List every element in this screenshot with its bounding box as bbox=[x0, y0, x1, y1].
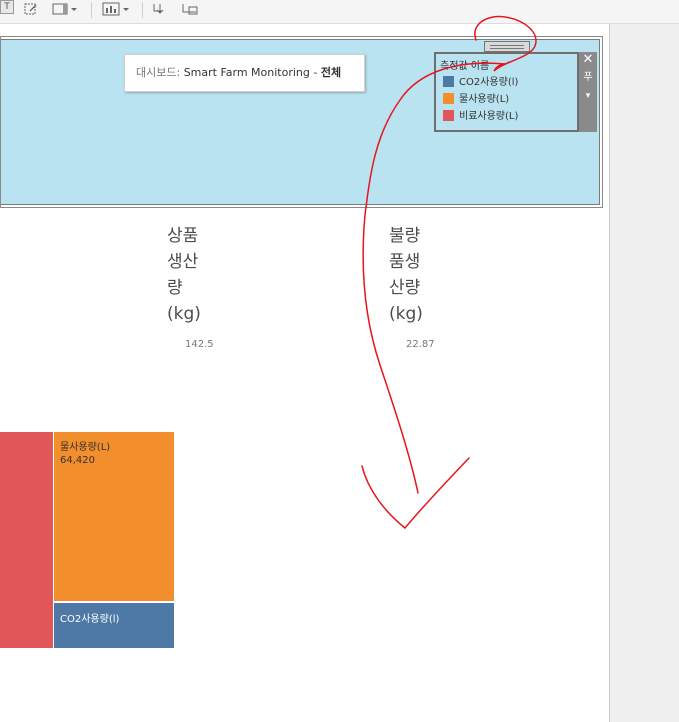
kpi-product-yield-value: 142.5 bbox=[185, 339, 214, 350]
kpi-defect-yield-label: 불량 품생 산량 (kg) bbox=[389, 223, 423, 327]
present-tool-icon[interactable] bbox=[180, 2, 200, 18]
dashboard-title: 대시보드: Smart Farm Monitoring - 전체 bbox=[124, 54, 365, 92]
legend-title: 측정값 이름 bbox=[440, 61, 490, 72]
usage-treemap: 물사용량(L) 64,420 CO2사용량(l) bbox=[0, 432, 174, 648]
treemap-cell-label: 물사용량(L) bbox=[60, 442, 111, 453]
legend-item-co2[interactable]: CO2사용량(l) bbox=[443, 76, 518, 90]
menu-dropdown-icon[interactable]: ▾ bbox=[579, 90, 597, 102]
legend-controls: ✕ 푸 ▾ bbox=[579, 52, 597, 132]
text-tool-icon[interactable]: T bbox=[0, 0, 14, 14]
treemap-cell-fertilizer[interactable] bbox=[0, 432, 53, 648]
legend-swatch bbox=[443, 93, 454, 104]
toolbar: T bbox=[0, 0, 679, 24]
toolbar-separator bbox=[142, 2, 143, 18]
legend-item-water[interactable]: 물사용량(L) bbox=[443, 93, 509, 107]
kpi-label-line: 상품 bbox=[167, 226, 199, 246]
kpi-label-line: 량 bbox=[167, 278, 183, 298]
kpi-label-line: 불량 bbox=[389, 226, 421, 246]
kpi-defect-yield-value: 22.87 bbox=[406, 339, 435, 350]
kpi-product-yield-label: 상품 생산 량 (kg) bbox=[167, 223, 201, 327]
dashboard-canvas: 대시보드: Smart Farm Monitoring - 전체 측정값 이름 … bbox=[0, 24, 609, 722]
frame-tool-icon[interactable] bbox=[52, 2, 78, 18]
kpi-label-line: (kg) bbox=[167, 304, 201, 324]
pin-icon[interactable]: 푸 bbox=[579, 72, 597, 84]
treemap-cell-value: 64,420 bbox=[60, 455, 95, 466]
legend-drag-handle[interactable] bbox=[484, 41, 530, 52]
kpi-label-line: 생산 bbox=[167, 252, 199, 272]
legend-item-label: CO2사용량(l) bbox=[459, 77, 519, 88]
kpi-label-line: 품생 bbox=[389, 252, 421, 272]
title-name: Smart Farm Monitoring bbox=[183, 66, 310, 79]
edit-tool-icon[interactable] bbox=[24, 2, 40, 18]
title-filter: 전체 bbox=[320, 66, 342, 79]
chart-tool-icon[interactable] bbox=[102, 2, 130, 18]
legend-item-label: 물사용량(L) bbox=[459, 94, 510, 105]
side-panel bbox=[609, 24, 679, 722]
legend-item-label: 비료사용량(L) bbox=[459, 111, 519, 122]
page: T 대시보드: Smart Farm Monitoring - 전체 측정값 이… bbox=[0, 0, 679, 722]
kpi-label-line: (kg) bbox=[389, 304, 423, 324]
treemap-cell-water[interactable]: 물사용량(L) 64,420 bbox=[54, 432, 174, 601]
toolbar-separator bbox=[91, 2, 92, 18]
legend-item-fertilizer[interactable]: 비료사용량(L) bbox=[443, 110, 518, 124]
kpi-label-line: 산량 bbox=[389, 278, 421, 298]
download-tool-icon[interactable] bbox=[152, 2, 168, 18]
legend-swatch bbox=[443, 110, 454, 121]
close-icon[interactable]: ✕ bbox=[579, 53, 597, 66]
legend-swatch bbox=[443, 76, 454, 87]
treemap-cell-co2[interactable]: CO2사용량(l) bbox=[54, 603, 174, 648]
treemap-cell-label: CO2사용량(l) bbox=[60, 614, 120, 625]
legend[interactable]: 측정값 이름 CO2사용량(l) 물사용량(L) 비료사용량(L) bbox=[434, 52, 579, 132]
title-prefix: 대시보드: bbox=[136, 66, 184, 79]
title-separator: - bbox=[309, 66, 321, 79]
